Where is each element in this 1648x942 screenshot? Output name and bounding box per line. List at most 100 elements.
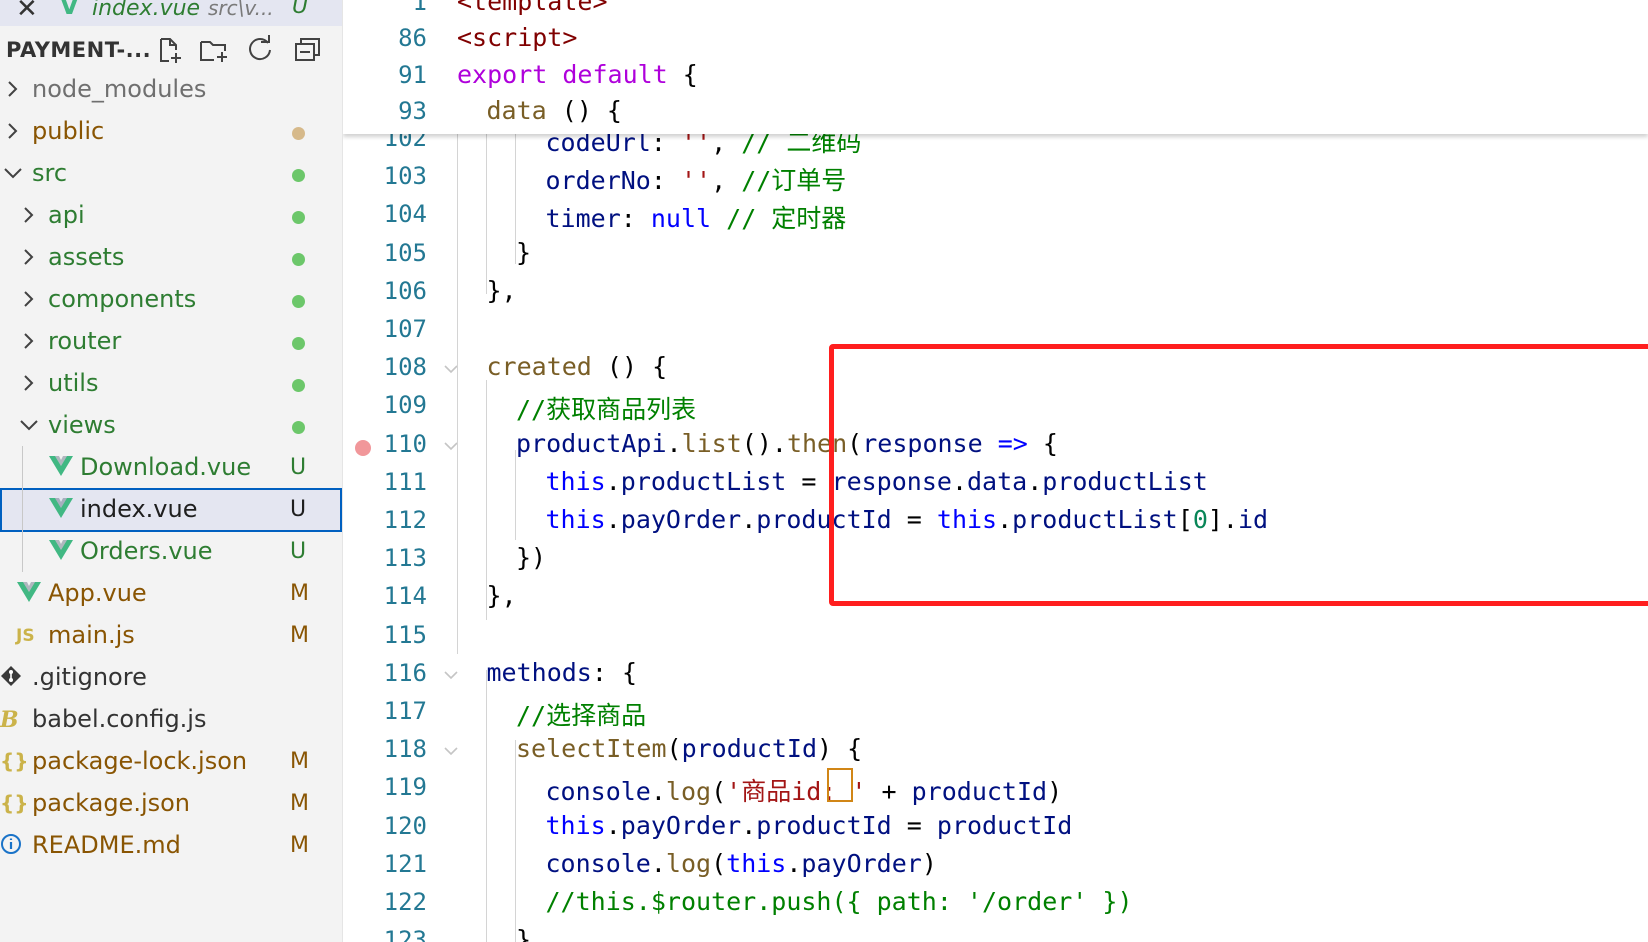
code-line[interactable]: 120 this.payOrder.productId = productId <box>343 808 1648 846</box>
tree-item-utils[interactable]: utils <box>0 362 342 406</box>
tree-item-gitignore[interactable]: .gitignore <box>0 656 342 700</box>
code-token: . <box>650 777 666 807</box>
code-token: //订单号 <box>741 166 847 196</box>
code-token: productId <box>681 734 818 764</box>
tree-item-label: utils <box>48 369 99 397</box>
chevron-right-icon[interactable] <box>18 330 40 352</box>
git-status-badge: U <box>290 539 307 564</box>
fold-chevron-icon[interactable] <box>443 667 459 683</box>
git-status-dot <box>292 421 305 434</box>
code-text: //获取商品列表 <box>516 390 696 426</box>
tree-item-package-lock-json[interactable]: {} package-lock.json M <box>0 740 342 784</box>
explorer-title[interactable]: PAYMENT-... <box>6 38 151 62</box>
tree-item-label: assets <box>48 243 125 271</box>
git-status-dot <box>292 253 305 266</box>
chevron-right-icon[interactable] <box>18 372 40 394</box>
code-token: orderNo <box>545 166 651 196</box>
code-line[interactable]: 121 console.log(this.payOrder) <box>343 846 1648 884</box>
indent-guide <box>515 740 516 942</box>
code-line[interactable]: 116 methods: { <box>343 655 1648 693</box>
code-line[interactable]: 86 <script> <box>343 20 1648 58</box>
code-line[interactable]: 118 selectItem(productId) { <box>343 731 1648 769</box>
code-token: ( <box>711 848 727 878</box>
code-line[interactable]: 93 data () { <box>343 93 1648 131</box>
tree-item-app-vue[interactable]: App.vue M <box>0 572 342 616</box>
code-editor[interactable]: 1 <template> 86 <script> 91 export default {9… <box>343 0 1648 942</box>
chevron-right-icon[interactable] <box>18 288 40 310</box>
tree-item-label: components <box>48 285 197 313</box>
code-line[interactable]: 105} <box>343 235 1648 273</box>
open-editor-item[interactable]: ✕ V index.vue src\v... U <box>0 0 342 26</box>
code-line[interactable]: 122 //this.$router.push({ path: '/order' … <box>343 884 1648 922</box>
line-number: 1 <box>412 0 427 16</box>
code-token: this <box>545 505 606 534</box>
tree-item-src[interactable]: src <box>0 152 342 196</box>
chevron-down-icon[interactable] <box>2 162 24 184</box>
code-token: console <box>545 777 651 807</box>
code-text: }, <box>487 276 517 305</box>
tree-item-views[interactable]: views <box>0 404 342 448</box>
tree-item-components[interactable]: components <box>0 278 342 322</box>
tree-item-api[interactable]: api <box>0 194 342 238</box>
code-line[interactable]: 106}, <box>343 273 1648 311</box>
sticky-scroll-header[interactable]: 1 <template> 86 <script> 91 export default {9… <box>343 0 1648 134</box>
code-line[interactable]: 104 timer: null // 定时器 <box>343 196 1648 234</box>
new-folder-icon[interactable] <box>198 34 230 66</box>
tree-item-public[interactable]: public <box>0 110 342 154</box>
code-line[interactable]: 115 <box>343 617 1648 655</box>
tree-item-label: main.js <box>48 621 135 649</box>
fold-chevron-icon[interactable] <box>443 743 459 759</box>
indent-guide <box>457 134 458 654</box>
git-status-dot <box>292 295 305 308</box>
tree-item-index-vue[interactable]: index.vue U <box>0 488 342 532</box>
tree-item-assets[interactable]: assets <box>0 236 342 280</box>
code-token: } <box>516 925 532 942</box>
tree-item-label: .gitignore <box>32 663 147 691</box>
line-number: 112 <box>383 506 427 534</box>
tree-item-label: api <box>48 201 85 229</box>
tree-item-router[interactable]: router <box>0 320 342 364</box>
code-token: () { <box>591 352 668 382</box>
line-number: 111 <box>383 467 427 496</box>
code-token: this <box>545 810 606 840</box>
tree-indent-guide <box>22 446 23 572</box>
tree-item-orders-vue[interactable]: Orders.vue U <box>0 530 342 574</box>
tree-item-readme-md[interactable]: README.md M <box>0 824 342 868</box>
tree-item-label: babel.config.js <box>32 705 207 733</box>
tree-item-label: Orders.vue <box>80 537 213 565</box>
code-line[interactable]: 103 orderNo: '', //订单号 <box>343 158 1648 196</box>
code-line[interactable]: 123} <box>343 922 1648 942</box>
git-status-dot <box>292 211 305 224</box>
chevron-right-icon[interactable] <box>18 246 40 268</box>
chevron-down-icon[interactable] <box>18 414 40 436</box>
indent-guide <box>486 380 487 620</box>
explorer-sidebar: ✕ V index.vue src\v... U PAYMENT-... nod… <box>0 0 343 942</box>
line-number: 109 <box>383 391 427 420</box>
tree-item-package-json[interactable]: {} package.json M <box>0 782 342 826</box>
chevron-right-icon[interactable] <box>18 204 40 226</box>
refresh-icon[interactable] <box>244 34 276 66</box>
tree-item-download-vue[interactable]: Download.vue U <box>0 446 342 490</box>
chevron-right-icon[interactable] <box>2 78 24 100</box>
line-number: 110 <box>383 429 427 458</box>
close-editor-icon[interactable]: ✕ <box>16 0 38 24</box>
git-status-dot <box>292 337 305 350</box>
new-file-icon[interactable] <box>152 34 184 66</box>
code-text: methods: { <box>487 658 638 687</box>
chevron-right-icon[interactable] <box>2 120 24 142</box>
tree-item-main-js[interactable]: JS main.js M <box>0 614 342 658</box>
code-line[interactable]: 1 <template> <box>343 0 1648 22</box>
code-line[interactable]: 91 export default { <box>343 57 1648 95</box>
code-token: { <box>667 59 698 89</box>
line-number: 121 <box>383 849 427 878</box>
code-token: }) <box>516 543 547 573</box>
tree-item-node-modules[interactable]: node_modules <box>0 68 342 112</box>
text-cursor-highlight <box>827 768 853 802</box>
code-line[interactable]: 119 console.log('商品id: ' + productId) <box>343 769 1648 807</box>
tree-item-babel-config-js[interactable]: Bbabel.config.js <box>0 698 342 742</box>
code-line[interactable]: 117 //选择商品 <box>343 693 1648 731</box>
code-token: // 定时器 <box>726 204 847 234</box>
collapse-all-icon[interactable] <box>292 34 324 66</box>
git-status-badge: M <box>290 623 309 648</box>
